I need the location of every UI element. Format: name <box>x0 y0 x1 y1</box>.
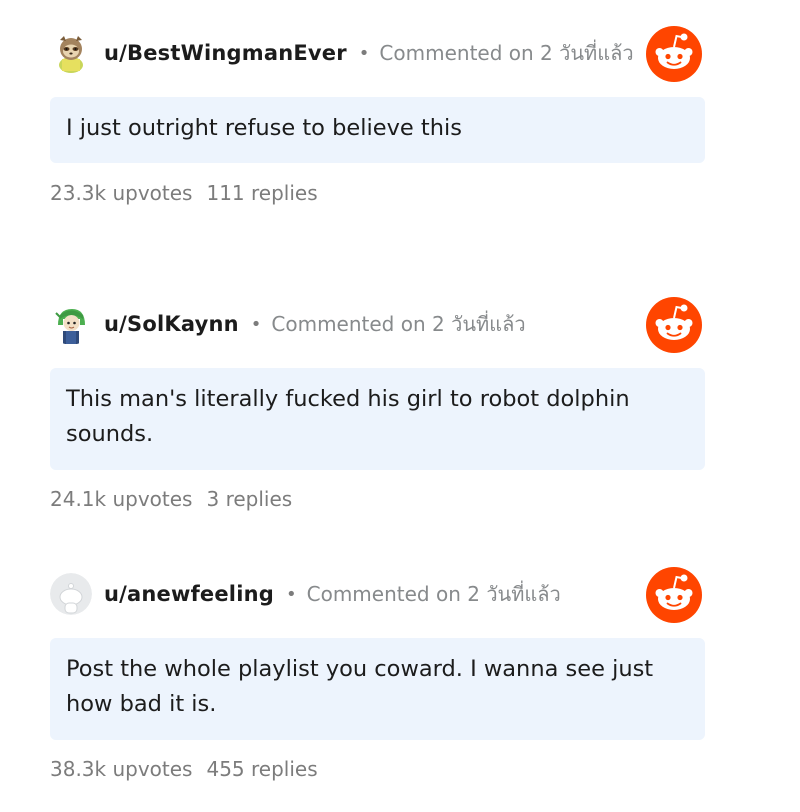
comment-body: I just outright refuse to believe this <box>50 97 705 163</box>
comment-header: u/SolKaynn • Commented on 2 วันที่แล้ว <box>50 298 526 350</box>
sloth-avatar-icon[interactable] <box>50 32 92 74</box>
comment-stats: 38.3k upvotes 455 replies <box>50 757 318 781</box>
comment-timestamp: Commented on 2 วันที่แล้ว <box>379 41 634 65</box>
comment-card: u/BestWingmanEver • Commented on 2 วันที… <box>0 26 800 217</box>
comment-username[interactable]: u/SolKaynn <box>104 312 239 336</box>
reddit-logo-icon[interactable] <box>646 26 702 82</box>
comment-body: This man's literally fucked his girl to … <box>50 368 705 470</box>
default-avatar-icon[interactable] <box>50 573 92 615</box>
reply-count[interactable]: 3 replies <box>206 487 292 511</box>
green-hood-avatar-icon[interactable] <box>50 303 92 345</box>
comment-card: u/SolKaynn • Commented on 2 วันที่แล้ว T… <box>0 297 800 523</box>
meta-separator: • <box>286 583 297 605</box>
upvote-count[interactable]: 24.1k upvotes <box>50 487 192 511</box>
comment-header: u/BestWingmanEver • Commented on 2 วันที… <box>50 27 634 79</box>
upvote-count[interactable]: 38.3k upvotes <box>50 757 192 781</box>
reply-count[interactable]: 111 replies <box>206 181 317 205</box>
comment-body: Post the whole playlist you coward. I wa… <box>50 638 705 740</box>
comment-stats: 24.1k upvotes 3 replies <box>50 487 292 511</box>
upvote-count[interactable]: 23.3k upvotes <box>50 181 192 205</box>
reddit-logo-icon[interactable] <box>646 297 702 353</box>
comment-timestamp: Commented on 2 วันที่แล้ว <box>306 582 561 606</box>
reddit-logo-icon[interactable] <box>646 567 702 623</box>
comment-timestamp: Commented on 2 วันที่แล้ว <box>271 312 526 336</box>
reply-count[interactable]: 455 replies <box>206 757 317 781</box>
comment-username[interactable]: u/BestWingmanEver <box>104 41 347 65</box>
meta-separator: • <box>250 313 262 335</box>
comment-card: u/anewfeeling • Commented on 2 วันที่แล้… <box>0 567 800 793</box>
comment-username[interactable]: u/anewfeeling <box>104 582 274 606</box>
comment-stats: 23.3k upvotes 111 replies <box>50 181 318 205</box>
comment-header: u/anewfeeling • Commented on 2 วันที่แล้… <box>50 568 561 620</box>
meta-separator: • <box>358 42 370 64</box>
